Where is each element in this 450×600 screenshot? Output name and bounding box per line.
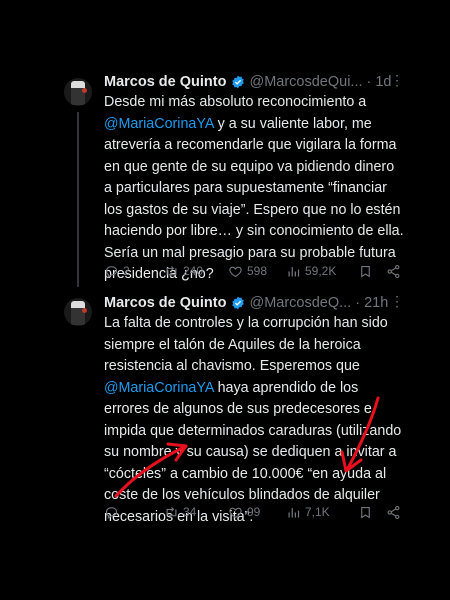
more-icon[interactable]: ⋮ xyxy=(390,72,405,89)
thread-connector-line xyxy=(77,112,79,287)
retweet-icon xyxy=(166,506,177,518)
reply-button[interactable]: 2 xyxy=(104,264,130,279)
author-avatar[interactable] xyxy=(64,78,92,106)
text-segment: Desde mi más absoluto reconocimiento a xyxy=(104,94,367,110)
retweet-count: 34 xyxy=(183,505,197,519)
reply-button[interactable] xyxy=(104,505,123,520)
author-name[interactable]: Marcos de Quinto xyxy=(104,74,226,90)
tweet-actions: 2 240 598 59,2K xyxy=(104,261,404,281)
share-button[interactable] xyxy=(386,505,401,520)
like-icon xyxy=(229,266,242,277)
retweet-count: 240 xyxy=(183,264,204,278)
bookmark-button[interactable] xyxy=(358,505,373,520)
more-icon[interactable]: ⋮ xyxy=(390,293,405,310)
verified-badge-icon xyxy=(232,75,245,89)
reply-count: 2 xyxy=(123,264,130,278)
separator-dot: · xyxy=(366,74,372,90)
author-avatar[interactable] xyxy=(64,298,92,326)
retweet-button[interactable]: 34 xyxy=(164,505,196,520)
like-icon xyxy=(229,507,242,518)
views-icon xyxy=(288,507,300,517)
like-count: 598 xyxy=(247,264,268,278)
verified-badge-icon xyxy=(232,296,245,310)
tweet-header: Marcos de Quinto @MarcosdeQui... · 1d xyxy=(104,72,404,92)
tweet-thread: Marcos de Quinto @MarcosdeQui... · 1d ⋮ … xyxy=(0,0,450,600)
bookmark-icon xyxy=(361,265,370,278)
tweet-header: Marcos de Quinto @MarcosdeQ... · 21h xyxy=(104,293,404,313)
share-button[interactable] xyxy=(386,264,401,279)
views-button[interactable]: 59,2K xyxy=(286,264,336,279)
text-segment: La falta de controles y la corrupción ha… xyxy=(104,315,388,374)
text-segment: y a su valiente labor, me atrevería a re… xyxy=(104,115,404,283)
tweet-text: Desde mi más absoluto reconocimiento a @… xyxy=(104,92,404,286)
share-icon xyxy=(387,264,400,278)
tweet-actions: 34 99 7,1K xyxy=(104,502,404,522)
view-count: 59,2K xyxy=(305,264,337,278)
reply-icon xyxy=(105,506,118,519)
share-icon xyxy=(387,505,400,519)
author-name[interactable]: Marcos de Quinto xyxy=(104,295,226,311)
tweet-time[interactable]: 21h xyxy=(364,295,388,311)
author-handle[interactable]: @MarcosdeQ... xyxy=(249,295,351,311)
views-icon xyxy=(288,266,300,276)
mention-link[interactable]: @MariaCorinaYA xyxy=(104,116,214,132)
author-handle[interactable]: @MarcosdeQui... xyxy=(249,74,362,90)
tweet-text: La falta de controles y la corrupción ha… xyxy=(104,313,404,528)
like-button[interactable]: 598 xyxy=(228,264,267,279)
bookmark-button[interactable] xyxy=(358,264,373,279)
view-count: 7,1K xyxy=(305,505,330,519)
retweet-button[interactable]: 240 xyxy=(164,264,203,279)
views-button[interactable]: 7,1K xyxy=(286,505,330,520)
mention-link[interactable]: @MariaCorinaYA xyxy=(104,380,214,396)
like-button[interactable]: 99 xyxy=(228,505,260,520)
reply-icon xyxy=(105,265,118,278)
bookmark-icon xyxy=(361,506,370,519)
separator-dot: · xyxy=(355,295,361,311)
like-count: 99 xyxy=(247,505,261,519)
retweet-icon xyxy=(166,265,177,277)
